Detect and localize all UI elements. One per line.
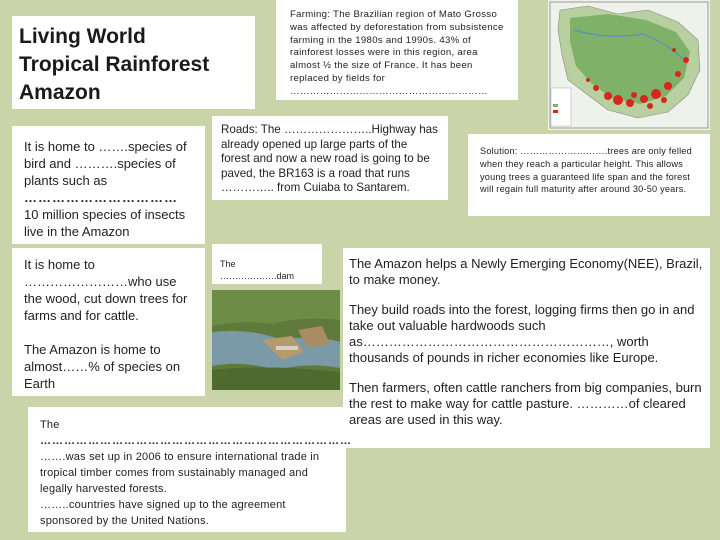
roads-text: Roads: The …………………..Highway has already … — [221, 123, 438, 195]
solution-text: Solution: ……………………….trees are only felle… — [480, 146, 692, 195]
dam-label-2: ……………….dam — [220, 271, 295, 281]
farming-text: Farming: The Brazilian region of Mato Gr… — [290, 9, 504, 97]
agreement-blank: …………………………………………………………………… — [40, 435, 352, 447]
cattle-text: Then farmers, often cattle ranchers from… — [349, 380, 702, 427]
countries-text: ……..countries have signed up to the agre… — [40, 499, 286, 527]
title-line-2: Tropical Rainforest — [19, 53, 210, 76]
page-title: Living World Tropical Rainforest Amazon — [19, 23, 248, 107]
solution-box: Solution: ……………………….trees are only felle… — [468, 134, 710, 216]
species-percent-text: The Amazon is home to almost……% of speci… — [24, 342, 181, 391]
logging-text: They build roads into the forest, loggin… — [349, 302, 695, 365]
dam-photo — [212, 290, 340, 390]
people-box: It is home to ……………………who use the wood, … — [12, 248, 205, 396]
dam-box: The ……………….dam — [212, 244, 322, 284]
title-line-1: Living World — [19, 25, 146, 48]
title-line-3: Amazon — [19, 81, 101, 104]
amazon-map — [548, 0, 710, 130]
dam-photo-image — [212, 290, 340, 390]
economy-box: The Amazon helps a Newly Emerging Econom… — [343, 248, 710, 448]
agreement-label: The — [40, 419, 60, 431]
plants-blank: …………………………… — [24, 190, 178, 205]
deforestation-map-image — [548, 0, 710, 130]
farming-box: Farming: The Brazilian region of Mato Gr… — [276, 0, 518, 100]
agreement-text: …….was set up in 2006 to ensure internat… — [40, 451, 320, 495]
species-text: It is home to …….species of bird and ………… — [24, 139, 187, 188]
insects-text: 10 million species of insects live in th… — [24, 207, 186, 239]
economy-text: The Amazon helps a Newly Emerging Econom… — [349, 256, 703, 287]
biodiversity-box: It is home to …….species of bird and ………… — [12, 126, 205, 244]
dam-label-1: The — [220, 259, 236, 269]
roads-box: Roads: The …………………..Highway has already … — [212, 116, 448, 200]
people-text: It is home to ……………………who use the wood, … — [24, 257, 188, 323]
timber-agreement-box: The …………………………………………………………………… …….was se… — [28, 407, 352, 532]
title-box: Living World Tropical Rainforest Amazon — [12, 16, 255, 109]
